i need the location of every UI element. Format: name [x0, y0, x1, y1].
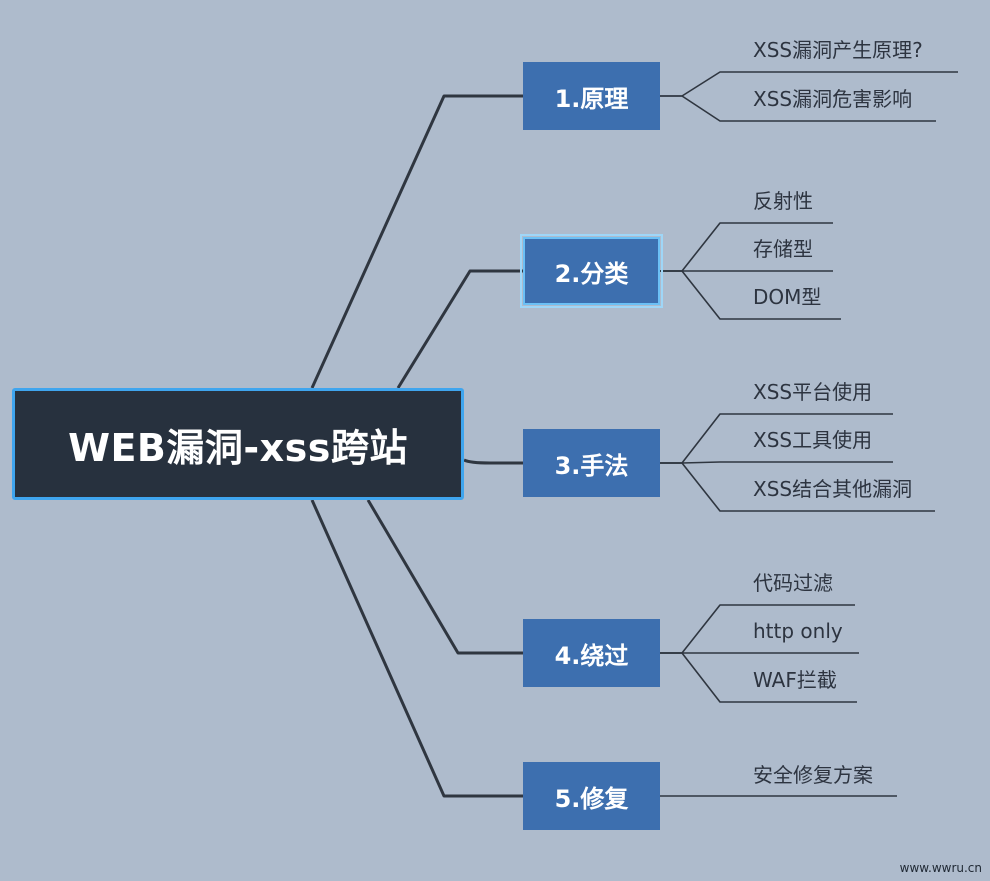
branch-topic-fix[interactable]: 5.修复 — [523, 762, 660, 830]
root-branch-connector — [310, 94, 523, 389]
root-branch-connector — [463, 458, 523, 465]
leaf-topic[interactable]: XSS工具使用 — [753, 428, 872, 452]
branch-topic-classification[interactable]: 2.分类 — [520, 234, 663, 308]
leaf-topic[interactable]: 安全修复方案 — [753, 763, 873, 787]
root-branch-connector — [366, 499, 523, 655]
root-topic[interactable]: WEB漏洞-xss跨站 — [12, 388, 464, 500]
leaf-topic[interactable]: XSS漏洞产生原理? — [753, 38, 923, 62]
branch-topic-principle[interactable]: 1.原理 — [523, 62, 660, 130]
branch-topic-bypass[interactable]: 4.绕过 — [523, 619, 660, 687]
leaf-topic[interactable]: DOM型 — [753, 285, 821, 309]
leaf-topic[interactable]: 存储型 — [753, 237, 813, 261]
leaf-topic[interactable]: 代码过滤 — [753, 571, 833, 595]
branch-topic-techniques[interactable]: 3.手法 — [523, 429, 660, 497]
leaf-topic[interactable]: XSS平台使用 — [753, 380, 872, 404]
watermark: www.wwru.cn — [899, 861, 982, 875]
root-branch-connector — [396, 269, 523, 389]
branch-leaf-connector — [660, 461, 893, 464]
root-branch-connector — [310, 499, 523, 798]
leaf-topic[interactable]: XSS漏洞危害影响 — [753, 87, 912, 111]
leaf-topic[interactable]: 反射性 — [753, 189, 813, 213]
leaf-topic[interactable]: XSS结合其他漏洞 — [753, 477, 912, 501]
leaf-topic[interactable]: WAF拦截 — [753, 668, 837, 692]
mindmap-canvas: WEB漏洞-xss跨站 1.原理 2.分类 3.手法 4.绕过 5.修复 XSS… — [0, 0, 990, 881]
leaf-topic[interactable]: http only — [753, 619, 843, 643]
